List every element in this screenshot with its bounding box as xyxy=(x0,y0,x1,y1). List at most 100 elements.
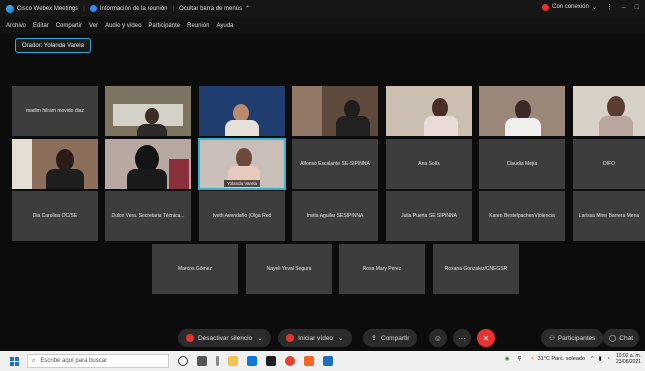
share-label: Compartir xyxy=(380,334,410,342)
store-icon[interactable] xyxy=(247,356,257,366)
hide-menu-bar-button[interactable]: Ocultar barra de menús xyxy=(179,6,242,12)
menu-participante[interactable]: Participante xyxy=(148,23,180,29)
participant-tile[interactable]: Marcos Gómez xyxy=(152,244,238,294)
connection-status-icon xyxy=(542,3,550,11)
chat-label: Chat xyxy=(619,334,634,342)
participant-tile[interactable]: Nayeli Yeval Segura xyxy=(246,244,332,294)
tray-app-icon[interactable]: ◉ xyxy=(505,356,510,362)
weather-text[interactable]: 31°C Parc. soleado xyxy=(538,356,585,362)
office-icon[interactable] xyxy=(304,356,314,366)
participant-video-tile[interactable] xyxy=(386,86,472,136)
close-icon[interactable]: □ xyxy=(635,4,639,11)
participant-body xyxy=(46,169,84,189)
chevron-down-icon[interactable]: ⌄ xyxy=(338,334,343,342)
participant-name: Dulce Vera. Secretaria Técnica... xyxy=(111,212,185,219)
title-bar: Cisco Webex Meetings | Información de la… xyxy=(0,0,645,17)
weather-icon: ☀ xyxy=(529,356,535,362)
chevron-down-icon[interactable]: ⌄ xyxy=(592,4,597,11)
participant-video-tile[interactable] xyxy=(105,86,191,136)
participant-video-tile[interactable] xyxy=(573,86,645,136)
reactions-icon[interactable]: ☺ xyxy=(429,329,447,347)
windows-taskbar: ⌕ Escribe aquí para buscar ◉ ⚲ ☀ 31°C Pa… xyxy=(0,351,645,371)
minimize-icon[interactable]: – xyxy=(622,4,626,11)
participant-tile[interactable]: Alfonso Escalante SE-SIPINNA xyxy=(292,139,378,189)
battery-icon[interactable]: ▮ xyxy=(599,356,602,362)
chrome-icon[interactable] xyxy=(285,356,295,366)
participant-head xyxy=(432,98,448,118)
webex-taskbar-icon[interactable] xyxy=(323,356,333,366)
chat-icon: ◯ xyxy=(609,335,617,342)
participant-video-tile[interactable] xyxy=(12,139,98,189)
menu-compartir[interactable]: Compartir xyxy=(56,23,82,29)
task-view-icon[interactable] xyxy=(197,356,207,366)
network-icon[interactable]: ◔ xyxy=(607,356,610,362)
participant-tile[interactable]: DIFO xyxy=(573,139,645,189)
participant-tile[interactable]: Rosa Mary Perez xyxy=(339,244,425,294)
participant-name: Ana Solís xyxy=(418,160,440,167)
share-icon: ⇪ xyxy=(371,335,377,342)
info-icon[interactable] xyxy=(89,5,97,12)
participant-video-tile[interactable] xyxy=(199,86,285,136)
menu-ver[interactable]: Ver xyxy=(89,23,98,29)
menu-archivo[interactable]: Archivo xyxy=(6,23,26,29)
participant-name: Julia Puerta SE SIPINNA xyxy=(401,212,457,219)
participant-tile[interactable]: madim hilram movido diaz xyxy=(12,86,98,136)
muted-mic-icon xyxy=(186,334,194,342)
participant-tile[interactable]: Karen Bestelpacher/Violencia xyxy=(479,191,565,241)
system-tray: ◉ ⚲ ☀ 31°C Parc. soleado ^ ▮ ◔ 10:02 a. … xyxy=(505,353,641,365)
participant-tile[interactable]: Larissa Mirei Barrera Mena xyxy=(573,191,645,241)
menu-editar[interactable]: Editar xyxy=(33,23,49,29)
participant-video-tile[interactable] xyxy=(292,86,378,136)
participant-tile[interactable]: Claudia Mejía xyxy=(479,139,565,189)
windows-start-icon[interactable] xyxy=(10,356,19,366)
participant-head xyxy=(236,148,252,168)
cortana-icon[interactable] xyxy=(178,356,188,366)
search-icon: ⌕ xyxy=(32,357,36,364)
participant-head xyxy=(145,108,159,124)
chevron-down-icon[interactable]: ⌄ xyxy=(257,334,262,342)
participant-name: Invita Aguilar SESIPINNA xyxy=(306,212,364,219)
help-icon[interactable]: ⋮ xyxy=(606,3,613,11)
participant-tile[interactable]: Roxana Gonzalez/CNEGSR xyxy=(433,244,519,294)
chevron-up-icon[interactable]: ^ xyxy=(591,356,594,362)
menu-audio-video[interactable]: Audio y vídeo xyxy=(105,23,141,29)
participant-body xyxy=(599,116,633,136)
participant-name: Larissa Mirei Barrera Mena xyxy=(578,212,640,219)
people-icon[interactable]: ⚲ xyxy=(518,356,522,362)
meeting-info-button[interactable]: Información de la reunión xyxy=(100,6,168,12)
participant-body xyxy=(225,120,259,136)
more-options-icon[interactable]: ··· xyxy=(453,329,471,347)
taskbar-search-box[interactable]: ⌕ Escribe aquí para buscar xyxy=(27,354,169,368)
connection-status[interactable]: Con conexión xyxy=(552,4,589,10)
chat-button[interactable]: ◯ Chat xyxy=(603,329,640,347)
wall-background xyxy=(292,86,322,136)
file-explorer-icon[interactable] xyxy=(228,356,238,366)
menu-bar: Archivo Editar Compartir Ver Audio y víd… xyxy=(0,17,645,34)
participant-tile[interactable]: Dulce Vera. Secretaria Técnica... xyxy=(105,191,191,241)
menu-ayuda[interactable]: Ayuda xyxy=(216,23,233,29)
active-speaker-video-tile[interactable]: Yolanda Varela xyxy=(198,138,286,190)
leave-meeting-icon[interactable]: ✕ xyxy=(477,329,495,347)
unmute-button[interactable]: Desactivar silencio ⌄ xyxy=(178,329,271,347)
participant-video-tile[interactable] xyxy=(105,139,191,189)
participant-tile[interactable]: Dia Carolina OC/SE xyxy=(12,191,98,241)
participant-tile[interactable]: Julia Puerta SE SIPINNA xyxy=(386,191,472,241)
participant-name: Dia Carolina OC/SE xyxy=(32,212,78,219)
participant-name: Roxana Gonzalez/CNEGSR xyxy=(444,265,508,272)
participants-icon: ⚇ xyxy=(549,335,555,342)
start-video-button[interactable]: Iniciar vídeo ⌄ xyxy=(278,329,352,347)
participant-tile[interactable]: Iveth Avendaño (Olga Red xyxy=(199,191,285,241)
video-off-icon xyxy=(286,334,294,342)
participants-button[interactable]: ⚇ Participantes xyxy=(541,329,604,347)
participant-name: Karen Bestelpacher/Violencia xyxy=(489,212,555,219)
menu-reunion[interactable]: Reunión xyxy=(187,23,209,29)
participant-name: DIFO xyxy=(603,160,615,167)
chevron-up-icon[interactable]: ⌃ xyxy=(245,5,250,12)
participant-video-tile[interactable] xyxy=(479,86,565,136)
share-button[interactable]: ⇪ Compartir xyxy=(363,329,418,347)
taskbar-clock[interactable]: 10:02 a. m. 23/08/2021 xyxy=(616,353,641,365)
participant-tile[interactable]: Ana Solís xyxy=(386,139,472,189)
meeting-controls: Desactivar silencio ⌄ Iniciar vídeo ⌄ ⇪ … xyxy=(0,325,645,351)
app-icon[interactable] xyxy=(266,356,276,366)
participant-tile[interactable]: Invita Aguilar SESIPINNA xyxy=(292,191,378,241)
